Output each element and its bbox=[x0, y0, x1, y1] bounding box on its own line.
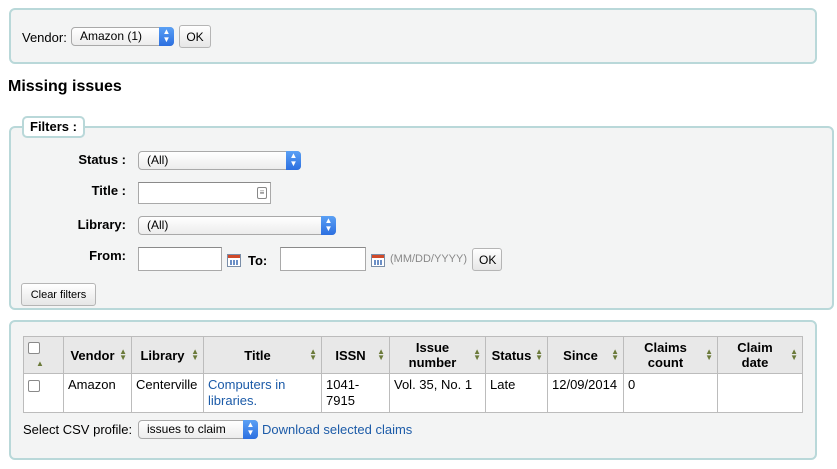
title-input[interactable]: ≡ bbox=[138, 182, 271, 204]
column-header-title[interactable]: Title ▲ ▼ bbox=[203, 336, 322, 374]
cell-library: Centerville bbox=[131, 373, 204, 413]
page-title: Missing issues bbox=[8, 78, 122, 95]
claims-table: ▲ Vendor ▲ ▼ Library ▲ ▼ Title ▲ ▼ ISSN ▲ ▼ Issu… bbox=[23, 336, 803, 413]
filter-ok-button[interactable]: OK bbox=[472, 248, 502, 271]
sort-icon: ▲ ▼ bbox=[790, 347, 798, 362]
column-header-label: Issue number bbox=[408, 340, 457, 370]
vendor-select-value: Amazon (1) bbox=[80, 29, 143, 43]
to-label: To: bbox=[248, 253, 268, 268]
csv-profile-select[interactable]: issues to claim ▲ ▼ bbox=[138, 420, 258, 439]
sort-icon: ▲ ▼ bbox=[611, 347, 619, 362]
column-header-label: Claims count bbox=[644, 340, 687, 370]
select-all-header[interactable]: ▲ bbox=[23, 336, 64, 374]
column-header-library[interactable]: Library ▲ ▼ bbox=[131, 336, 204, 374]
to-date-input[interactable] bbox=[280, 247, 366, 271]
date-format-hint: (MM/DD/YYYY) bbox=[390, 253, 467, 265]
status-select[interactable]: (All) ▲ ▼ bbox=[138, 151, 301, 170]
cell-claim-date bbox=[717, 373, 803, 413]
column-header-vendor[interactable]: Vendor ▲ ▼ bbox=[63, 336, 132, 374]
column-header-issn[interactable]: ISSN ▲ ▼ bbox=[321, 336, 390, 374]
status-select-value: (All) bbox=[147, 153, 169, 167]
sort-icon: ▲ ▼ bbox=[705, 347, 713, 362]
title-link[interactable]: Computers in libraries. bbox=[208, 377, 285, 408]
download-selected-claims-link[interactable]: Download selected claims bbox=[262, 422, 412, 437]
clear-filters-button[interactable]: Clear filters bbox=[21, 283, 96, 306]
select-all-checkbox[interactable] bbox=[28, 341, 40, 354]
vendor-select[interactable]: Amazon (1) ▲ ▼ bbox=[71, 27, 174, 46]
sort-icon: ▲ ▼ bbox=[191, 347, 199, 362]
sort-icon: ▲ ▼ bbox=[535, 347, 543, 362]
claims-panel: ▲ Vendor ▲ ▼ Library ▲ ▼ Title ▲ ▼ ISSN ▲ ▼ Issu… bbox=[9, 320, 817, 460]
column-header-label: Claim date bbox=[737, 340, 773, 370]
column-header-claims-count[interactable]: Claims count ▲ ▼ bbox=[623, 336, 718, 374]
column-header-status[interactable]: Status ▲ ▼ bbox=[485, 336, 548, 374]
sort-icon: ▲ ▼ bbox=[377, 347, 385, 362]
library-label: Library: bbox=[77, 217, 126, 232]
cell-since: 12/09/2014 bbox=[547, 373, 624, 413]
calendar-icon[interactable] bbox=[227, 254, 241, 267]
library-select[interactable]: (All) ▲ ▼ bbox=[138, 216, 336, 235]
column-header-label: Status bbox=[491, 347, 532, 363]
library-select-value: (All) bbox=[147, 218, 169, 232]
vendor-panel: Vendor: Amazon (1) ▲ ▼ OK bbox=[9, 8, 817, 64]
sort-icon: ▲ bbox=[36, 359, 44, 368]
from-date-input[interactable] bbox=[138, 247, 222, 271]
row-checkbox[interactable] bbox=[28, 379, 40, 392]
column-header-label: Library bbox=[140, 347, 185, 363]
select-arrows-icon: ▲ ▼ bbox=[243, 420, 258, 439]
column-header-since[interactable]: Since ▲ ▼ bbox=[547, 336, 624, 374]
filters-panel: Status : (All) ▲ ▼ Title : ≡ Library: (Al… bbox=[9, 126, 834, 310]
table-header-row: ▲ Vendor ▲ ▼ Library ▲ ▼ Title ▲ ▼ ISSN ▲ ▼ Issu… bbox=[23, 336, 803, 374]
sort-icon: ▲ ▼ bbox=[473, 347, 481, 362]
status-label: Status : bbox=[78, 152, 126, 167]
csv-profile-label: Select CSV profile: bbox=[23, 422, 133, 437]
sort-icon: ▲ ▼ bbox=[309, 347, 317, 362]
filters-legend: Filters : bbox=[22, 116, 85, 138]
column-header-label: Since bbox=[563, 347, 598, 363]
text-field-icon: ≡ bbox=[257, 187, 267, 199]
select-arrows-icon: ▲ ▼ bbox=[286, 151, 301, 170]
calendar-icon[interactable] bbox=[371, 254, 385, 267]
column-header-label: Title bbox=[244, 347, 271, 363]
csv-profile-select-value: issues to claim bbox=[147, 422, 226, 436]
vendor-ok-button[interactable]: OK bbox=[179, 25, 211, 48]
select-arrows-icon: ▲ ▼ bbox=[159, 27, 174, 46]
select-arrows-icon: ▲ ▼ bbox=[321, 216, 336, 235]
row-checkbox-cell bbox=[23, 373, 64, 413]
table-row: Amazon Centerville Computers in librarie… bbox=[23, 373, 803, 413]
vendor-label: Vendor: bbox=[22, 30, 67, 45]
column-header-label: Vendor bbox=[70, 347, 115, 363]
cell-title: Computers in libraries. bbox=[203, 373, 322, 413]
column-header-claim-date[interactable]: Claim date ▲ ▼ bbox=[717, 336, 803, 374]
cell-vendor: Amazon bbox=[63, 373, 132, 413]
title-label: Title : bbox=[91, 183, 126, 198]
cell-issn: 1041-7915 bbox=[321, 373, 390, 413]
cell-claims-count: 0 bbox=[623, 373, 718, 413]
cell-status: Late bbox=[485, 373, 548, 413]
column-header-label: ISSN bbox=[335, 347, 366, 363]
from-label: From: bbox=[89, 248, 126, 263]
sort-icon: ▲ ▼ bbox=[119, 347, 127, 362]
cell-issue-number: Vol. 35, No. 1 bbox=[389, 373, 486, 413]
column-header-issue-number[interactable]: Issue number ▲ ▼ bbox=[389, 336, 486, 374]
